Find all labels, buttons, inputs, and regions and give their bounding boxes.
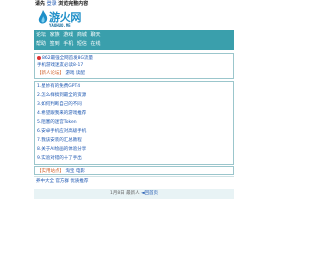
back-home-link[interactable]: ◄回首页	[141, 191, 158, 196]
list-item[interactable]: 9.实验对错的十了手出	[37, 155, 82, 162]
list-item[interactable]: 4.希望跟我来的游戏推荐	[37, 110, 86, 117]
login-link[interactable]: 登录	[47, 1, 57, 7]
bottom-link-3[interactable]: 优质推荐	[70, 179, 88, 184]
bottom-link-2[interactable]: 官方群	[55, 179, 69, 184]
hot-dot-icon	[37, 55, 41, 60]
login-prefix: 请先	[35, 1, 46, 7]
notice-tag-label[interactable]: 【新人论坛】	[37, 71, 64, 76]
notice-tag-games[interactable]: 游戏	[65, 71, 74, 76]
nav-item-checkin[interactable]: 签到	[50, 41, 60, 47]
list-item[interactable]: 2.怎么样搞到最全的资源	[37, 92, 86, 99]
links-tag-taobao[interactable]: 淘宝	[65, 169, 74, 174]
nav-item-family[interactable]: 家族	[50, 32, 60, 38]
page-root: 请先 登录 浏览完整内容 游火网 YAOHUO.ME 论坛 家族 游戏 商城 聊…	[0, 0, 270, 267]
divider	[34, 176, 234, 177]
footer-time: 1月8日	[109, 191, 125, 196]
notice-tags: 【新人论坛】 游戏 读配	[37, 70, 85, 77]
list-item[interactable]: 3.如何判断自己的不同	[37, 101, 82, 108]
nav-item-mobile[interactable]: 手机	[63, 41, 73, 47]
nav-item-messages[interactable]: 短信	[77, 41, 87, 47]
nav-item-shop[interactable]: 商城	[77, 32, 87, 38]
list-item[interactable]: 6.安卓手机应对高级手机	[37, 128, 86, 135]
notice-tag-read[interactable]: 读配	[76, 71, 85, 76]
bottom-link-1[interactable]: 养中大全	[36, 179, 54, 184]
list-item[interactable]: 8.关于AI绘画的体验分享	[37, 146, 86, 153]
nav-row-1: 论坛 家族 游戏 商城 聊天	[36, 31, 102, 39]
list-item[interactable]: 1.星妙有的免费GPT4	[37, 83, 80, 90]
nav-item-chat[interactable]: 聊天	[90, 32, 100, 38]
notice-line-2[interactable]: 手机游戏迷友必读8-17	[37, 62, 83, 69]
nav-item-games[interactable]: 游戏	[63, 32, 73, 38]
list-item[interactable]: 5.阻塞的迷宫Token	[37, 119, 77, 126]
notice-box: 862最强全网首发8G流量 手机游戏迷友必读8-17 【新人论坛】 游戏 读配	[34, 53, 234, 79]
bottom-links: 养中大全 官方群 优质推荐	[36, 178, 88, 185]
main-nav: 论坛 家族 游戏 商城 聊天 帮助 签到 手机 短信 在线	[34, 30, 234, 50]
nav-item-help[interactable]: 帮助	[36, 41, 46, 47]
login-prompt-bar: 请先 登录 浏览完整内容	[35, 0, 88, 8]
list-item[interactable]: 7.我该安装的汇总教程	[37, 137, 82, 144]
nav-item-forum[interactable]: 论坛	[36, 32, 46, 38]
links-tag-movie[interactable]: 电影	[76, 169, 85, 174]
links-tags-bar: 【实用站点】 淘宝 电影	[34, 166, 234, 175]
links-tag-label[interactable]: 【实用站点】	[37, 169, 64, 174]
links-tags-line: 【实用站点】 淘宝 电影	[37, 168, 85, 175]
nav-row-2: 帮助 签到 手机 短信 在线	[36, 40, 102, 48]
login-suffix: 浏览完整内容	[58, 1, 89, 7]
site-logo[interactable]: 游火网 YAOHUO.ME	[35, 8, 235, 30]
footer-user: 最新人	[126, 191, 140, 196]
page-footer: 1月8日 最新人 ◄回首页	[34, 189, 234, 199]
flame-logo-icon	[38, 10, 48, 24]
nav-item-online[interactable]: 在线	[90, 41, 100, 47]
logo-domain: YAOHUO.ME	[49, 23, 71, 28]
post-list: 1.星妙有的免费GPT4 2.怎么样搞到最全的资源 3.如何判断自己的不同 4.…	[34, 81, 234, 165]
notice-line-1[interactable]: 862最强全网首发8G流量	[37, 55, 93, 62]
